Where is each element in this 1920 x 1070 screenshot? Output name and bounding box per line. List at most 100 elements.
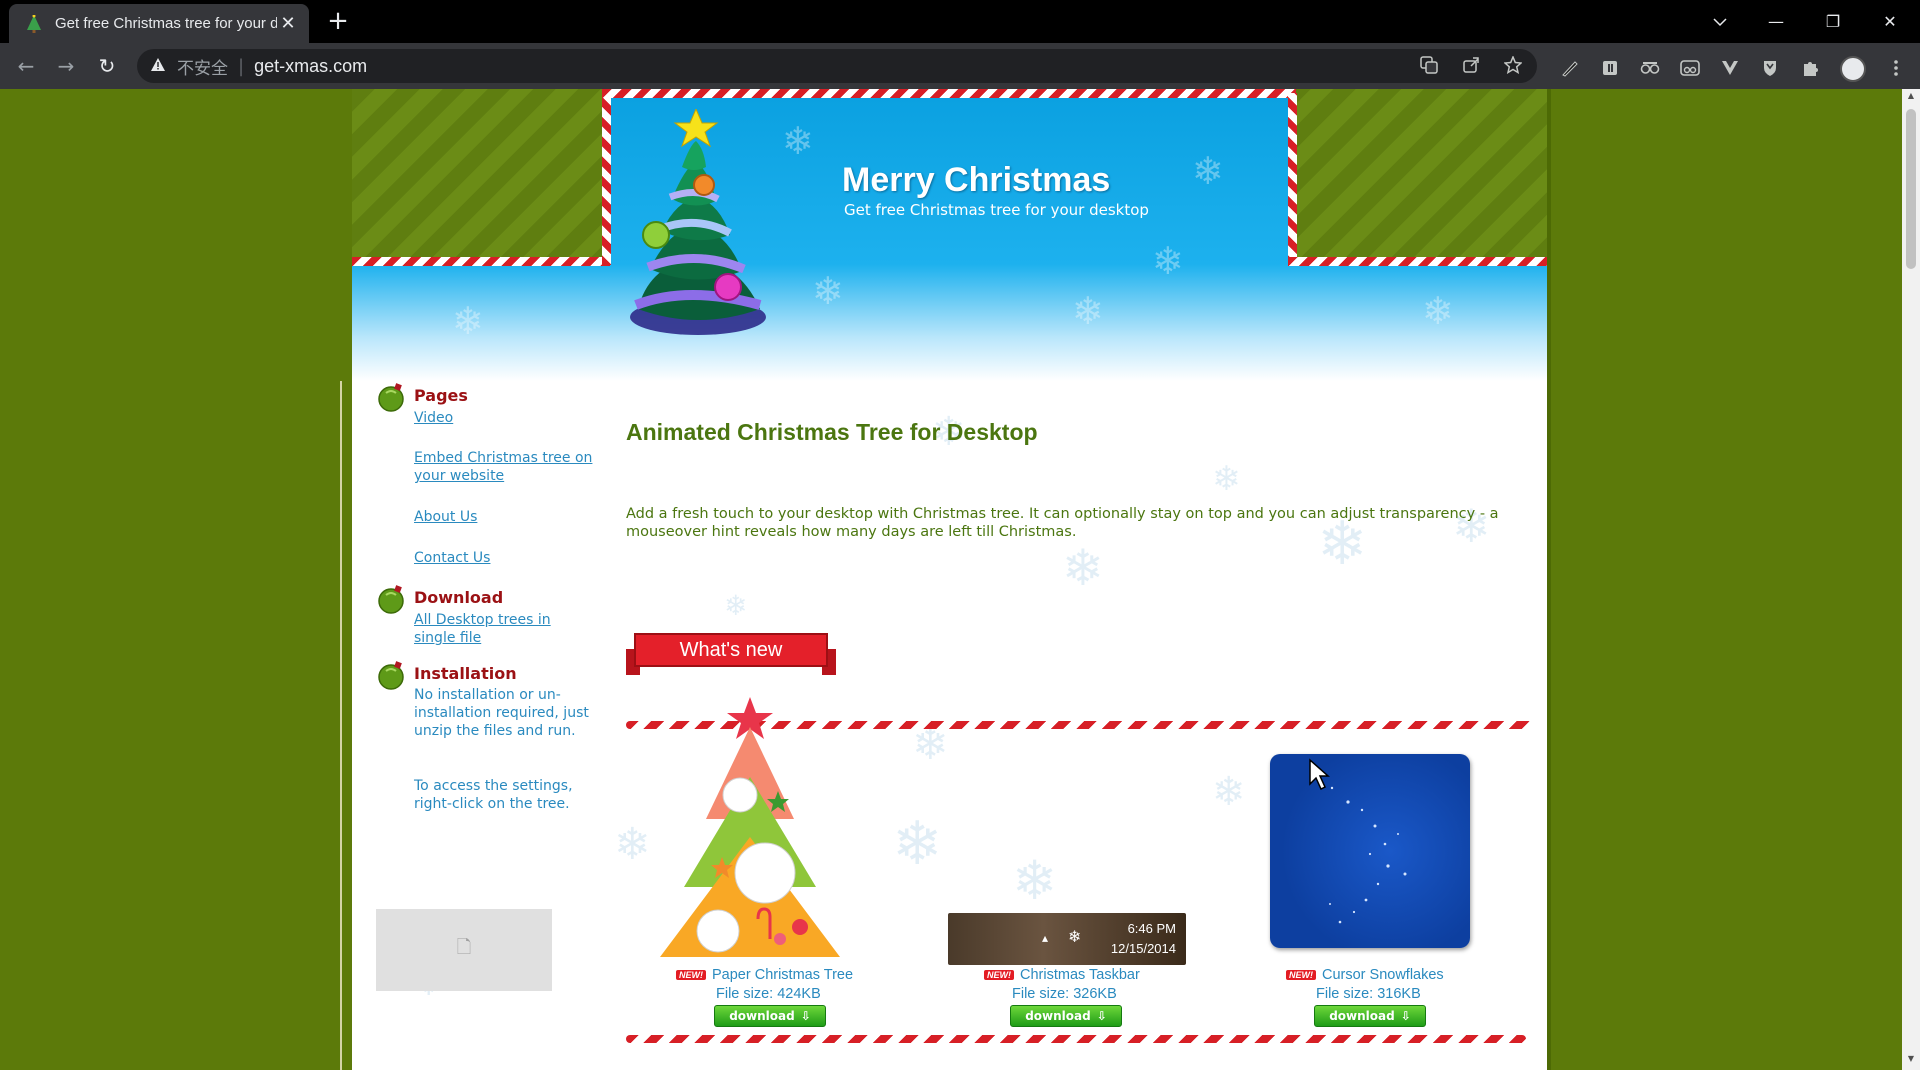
page-viewport: ❄ ❄ ❄ ❄ ❄ ❄ ❄ ❄ ❄ ❄ ❄ ❄ ❄ ❄ ❄ ❄ ❄ ❄ ❄: [0, 89, 1902, 1070]
letter-extension-icon[interactable]: [1600, 59, 1620, 79]
installation-text: No installation or un-installation requi…: [414, 687, 589, 739]
download-button-snowflakes[interactable]: download ⇩: [1314, 1005, 1426, 1027]
shield-extension-icon[interactable]: [1760, 59, 1780, 79]
restore-button[interactable]: ❐: [1813, 8, 1853, 36]
file-size-paper-tree: File size: 424KB: [716, 986, 821, 1002]
sidebar-link-embed[interactable]: Embed Christmas tree on your website: [414, 449, 594, 485]
content-shadow: [1547, 89, 1551, 1070]
vue-extension-icon[interactable]: [1720, 59, 1740, 79]
profile-avatar[interactable]: [1840, 56, 1866, 82]
item-link[interactable]: Cursor Snowflakes: [1322, 967, 1444, 983]
file-size-taskbar: File size: 326KB: [1012, 986, 1117, 1002]
cursor-snowflakes-image[interactable]: [1270, 754, 1470, 948]
download-button-taskbar[interactable]: download ⇩: [1010, 1005, 1122, 1027]
header-stripe-right: [1288, 89, 1547, 265]
page-title: Animated Christmas Tree for Desktop: [626, 419, 1038, 445]
taskbar-date: 12/15/2014: [1110, 941, 1176, 956]
candy-border: [602, 93, 611, 265]
sidebar-heading-download: Download: [414, 588, 504, 607]
warning-icon[interactable]: [151, 57, 169, 75]
omnibox-actions: [1419, 49, 1523, 83]
browser-tab-strip: Get free Christmas tree for your desktop…: [0, 0, 1920, 43]
snowflake-decor-icon: ❄: [892, 809, 943, 879]
download-label: download: [1329, 1009, 1395, 1023]
taskbar-time: 6:46 PM: [1127, 921, 1176, 936]
sidebar-heading-installation: Installation: [414, 664, 517, 683]
paper-christmas-tree-image[interactable]: [660, 687, 840, 959]
item-link[interactable]: Christmas Taskbar: [1020, 967, 1140, 983]
download-button-paper-tree[interactable]: download ⇩: [714, 1005, 826, 1027]
tray-app-icon: ❄: [1068, 927, 1082, 946]
snowflake-decor-icon: ❄: [1072, 289, 1104, 333]
sidebar-link-all-trees[interactable]: All Desktop trees in single file: [414, 611, 594, 647]
whats-new-label: What's new: [679, 638, 783, 661]
sidebar-divider: [340, 381, 342, 1070]
ornament-bullet-icon: [378, 383, 404, 412]
scroll-down-arrow-icon[interactable]: ▼: [1902, 1054, 1920, 1068]
download-arrow-icon: ⇩: [1400, 1009, 1411, 1023]
snowflake-decor-icon: ❄: [1212, 769, 1246, 815]
candy-border: [1288, 93, 1297, 265]
minimize-button[interactable]: —: [1756, 8, 1796, 36]
snowflake-decor-icon: ❄: [452, 299, 484, 343]
forward-button[interactable]: →: [52, 52, 80, 80]
page-container: ❄ ❄ ❄ ❄ ❄ ❄ ❄ ❄ ❄ ❄ ❄ ❄ ❄ ❄ ❄ ❄ ❄ ❄ ❄: [352, 89, 1547, 1070]
tray-arrow-icon: ▴: [1042, 931, 1049, 945]
tab-search-icon[interactable]: [1700, 8, 1740, 36]
snowflake-decor-icon: ❄: [1152, 239, 1184, 283]
sparkle-trail-icon: [1318, 772, 1407, 924]
item-name-snowflakes[interactable]: NEW! Cursor Snowflakes: [1286, 967, 1444, 983]
item-name-paper-tree[interactable]: NEW! Paper Christmas Tree: [676, 967, 853, 983]
snowflake-decor-icon: ❄: [812, 269, 844, 313]
url-text[interactable]: get-xmas.com: [254, 56, 367, 77]
tab-title: Get free Christmas tree for your desktop: [55, 15, 277, 32]
page-description: Add a fresh touch to your desktop with C…: [626, 506, 1499, 540]
insecure-label: 不安全: [177, 58, 228, 78]
christmas-taskbar-image[interactable]: ▴ ❄ 6:46 PM 12/15/2014: [948, 913, 1186, 965]
browser-tab[interactable]: Get free Christmas tree for your desktop…: [9, 4, 309, 43]
candy-border: [1288, 257, 1547, 266]
item-name-taskbar[interactable]: NEW! Christmas Taskbar: [984, 967, 1140, 983]
site-header: ❄ ❄ ❄ ❄ ❄ ❄ ❄ Merry Christmas Get free C…: [352, 89, 1547, 381]
sidebar-link-contact[interactable]: Contact Us: [414, 549, 594, 567]
tab-close-icon[interactable]: ✕: [277, 13, 299, 34]
taskbar-clock: 6:46 PM 12/15/2014: [1111, 919, 1176, 959]
bookmark-star-icon[interactable]: [1503, 55, 1523, 76]
sidebar-link-video[interactable]: Video: [414, 409, 594, 427]
bottom-candy-divider: [626, 1035, 1526, 1043]
ornament-bullet-icon: [378, 585, 404, 614]
ornament-bullet-icon: [378, 661, 404, 690]
whats-new-ribbon: What's new: [634, 633, 828, 667]
header-stripe-left: [352, 89, 608, 265]
download-label: download: [729, 1009, 795, 1023]
translate-icon[interactable]: [1419, 56, 1439, 76]
back-button[interactable]: ←: [12, 52, 40, 80]
page-scrollbar[interactable]: ▲ ▼: [1902, 89, 1920, 1070]
sidebar-link-about[interactable]: About Us: [414, 508, 594, 526]
extensions-puzzle-icon[interactable]: [1800, 59, 1820, 79]
new-tab-button[interactable]: +: [324, 7, 352, 35]
site-tagline: Get free Christmas tree for your desktop: [844, 201, 1149, 219]
snowflake-decor-icon: ❄: [1062, 539, 1104, 597]
download-label: download: [1025, 1009, 1091, 1023]
extensions-area: [1560, 56, 1906, 82]
candy-border: [352, 257, 610, 266]
reader-extension-icon[interactable]: [1680, 59, 1700, 79]
download-arrow-icon: ⇩: [800, 1009, 811, 1023]
snowflake-decor-icon: ❄: [782, 119, 814, 163]
scrollbar-thumb[interactable]: [1906, 109, 1916, 269]
item-link[interactable]: Paper Christmas Tree: [712, 967, 853, 983]
new-badge: NEW!: [1286, 970, 1316, 981]
address-bar[interactable]: 不安全 | get-xmas.com: [137, 49, 1537, 83]
new-badge: NEW!: [676, 970, 706, 981]
snowflake-decor-icon: ❄: [1422, 289, 1454, 333]
sidebar-heading-pages: Pages: [414, 386, 468, 405]
settings-text: To access the settings, right-click on t…: [414, 778, 573, 812]
pen-extension-icon[interactable]: [1560, 59, 1580, 79]
close-window-button[interactable]: ✕: [1870, 8, 1910, 36]
glasses-extension-icon[interactable]: [1640, 59, 1660, 79]
menu-kebab-icon[interactable]: [1886, 59, 1906, 79]
reload-button[interactable]: ↻: [93, 52, 121, 80]
share-icon[interactable]: [1461, 56, 1481, 76]
scroll-up-arrow-icon[interactable]: ▲: [1902, 91, 1920, 105]
